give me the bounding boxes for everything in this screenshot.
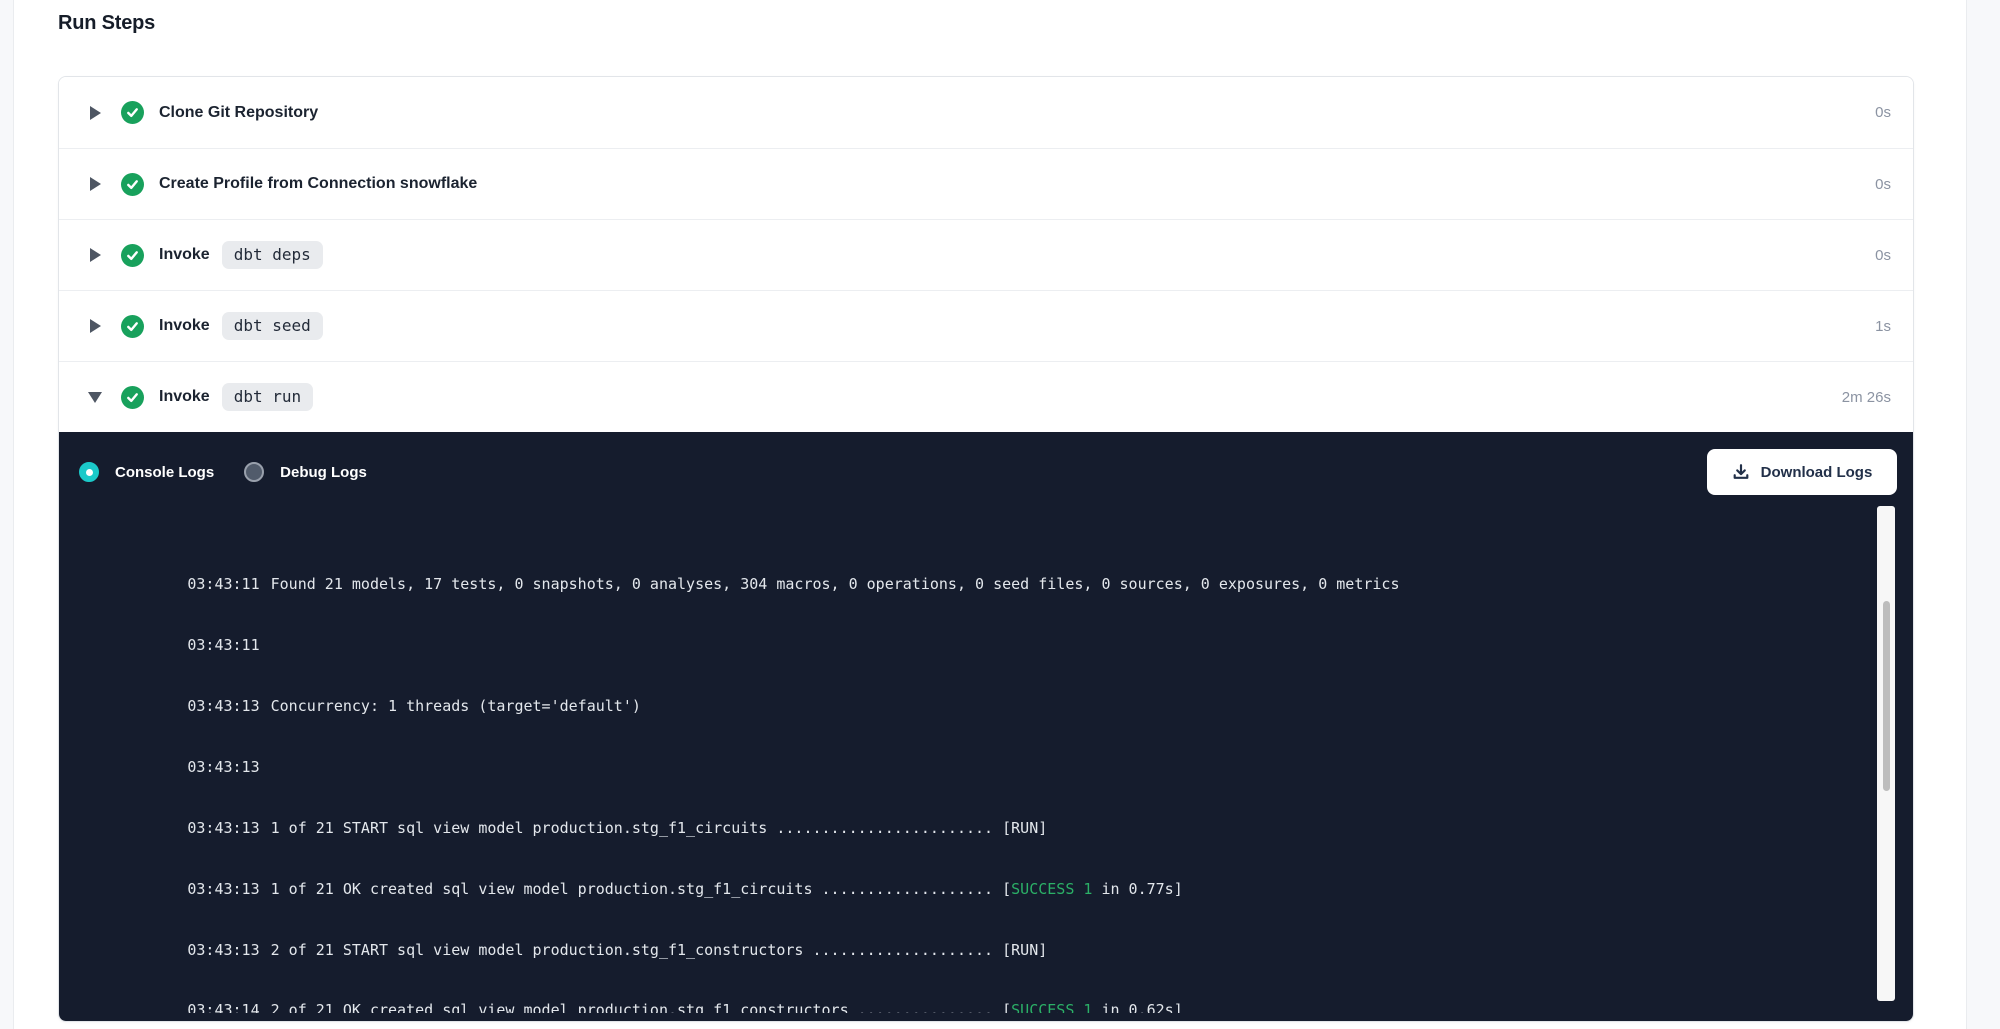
step-title: Clone Git Repository — [159, 104, 318, 122]
step-command-badge: dbt seed — [222, 312, 323, 340]
right-gutter — [1966, 0, 2000, 1029]
log-tab-label: Debug Logs — [280, 464, 367, 481]
step-row[interactable]: Invoke dbt run 2m 26s — [59, 361, 1913, 432]
step-duration: 0s — [1875, 176, 1891, 193]
log-text: 1 of 21 OK created sql view model produc… — [271, 880, 1012, 898]
step-duration: 0s — [1875, 247, 1891, 264]
log-tab[interactable]: Console Logs — [79, 462, 214, 482]
log-line: 03:43:14 2 of 21 OK created sql view mode… — [79, 980, 1913, 1013]
log-panel-header: Console Logs Debug Logs Download Logs — [59, 432, 1913, 504]
log-timestamp: 03:43:13 — [187, 941, 259, 959]
log-viewport[interactable]: 03:43:11 Found 21 models, 17 tests, 0 sna… — [59, 502, 1913, 1013]
log-text: 2 of 21 OK created sql view model produc… — [271, 1001, 1012, 1013]
success-check-icon — [121, 315, 144, 338]
run-steps-card: Clone Git Repository 0s Create Profile f… — [58, 76, 1914, 1022]
step-command-badge: dbt deps — [222, 241, 323, 269]
log-line: 03:43:11 Found 21 models, 17 tests, 0 sna… — [79, 554, 1913, 615]
log-timestamp: 03:43:11 — [187, 636, 259, 654]
step-row[interactable]: Create Profile from Connection snowflake… — [59, 148, 1913, 219]
step-row[interactable]: Invoke dbt seed 1s — [59, 290, 1913, 361]
log-tab-label: Console Logs — [115, 464, 214, 481]
expand-caret-icon[interactable] — [87, 106, 103, 120]
page-title: Run Steps — [58, 12, 155, 35]
radio-icon[interactable] — [79, 462, 99, 482]
expand-caret-icon[interactable] — [87, 319, 103, 333]
success-check-icon — [121, 101, 144, 124]
step-command-badge: dbt run — [222, 383, 313, 411]
expand-caret-icon[interactable] — [87, 248, 103, 262]
log-success-token: SUCCESS 1 — [1011, 880, 1092, 898]
log-timestamp: 03:43:13 — [187, 697, 259, 715]
left-gutter — [0, 0, 14, 1029]
download-logs-button[interactable]: Download Logs — [1707, 449, 1897, 495]
log-timestamp: 03:43:13 — [187, 880, 259, 898]
step-title: Invoke — [159, 246, 210, 264]
step-duration: 2m 26s — [1842, 389, 1891, 406]
log-line: 03:43:13 1 of 21 START sql view model pro… — [79, 797, 1913, 858]
step-title: Invoke — [159, 317, 210, 335]
download-logs-label: Download Logs — [1761, 464, 1873, 481]
log-timestamp: 03:43:14 — [187, 1001, 259, 1013]
log-line: 03:43:13 — [79, 737, 1913, 798]
step-duration: 1s — [1875, 318, 1891, 335]
log-line: 03:43:13 Concurrency: 1 threads (target='… — [79, 676, 1913, 737]
log-text-suffix: in 0.77s] — [1092, 880, 1182, 898]
log-line: 03:43:11 — [79, 615, 1913, 676]
log-text: 1 of 21 START sql view model production.… — [271, 819, 1048, 837]
expand-caret-icon[interactable] — [87, 177, 103, 191]
step-row[interactable]: Invoke dbt deps 0s — [59, 219, 1913, 290]
expand-caret-icon[interactable] — [87, 392, 103, 403]
success-check-icon — [121, 386, 144, 409]
log-line: 03:43:13 2 of 21 START sql view model pro… — [79, 919, 1913, 980]
log-success-token: SUCCESS 1 — [1011, 1001, 1092, 1013]
success-check-icon — [121, 173, 144, 196]
step-title: Invoke — [159, 388, 210, 406]
radio-icon[interactable] — [244, 462, 264, 482]
log-panel: Console Logs Debug Logs Download Logs — [59, 432, 1913, 1021]
step-title: Create Profile from Connection snowflake — [159, 175, 477, 193]
success-check-icon — [121, 244, 144, 267]
log-line: 03:43:13 1 of 21 OK created sql view mode… — [79, 858, 1913, 919]
log-timestamp: 03:43:11 — [187, 575, 259, 593]
log-content: 03:43:11 Found 21 models, 17 tests, 0 sna… — [59, 502, 1913, 1013]
log-tab[interactable]: Debug Logs — [244, 462, 367, 482]
log-scrollbar-thumb[interactable] — [1883, 601, 1890, 791]
log-text: Concurrency: 1 threads (target='default'… — [271, 697, 641, 715]
step-row[interactable]: Clone Git Repository 0s — [59, 77, 1913, 148]
step-duration: 0s — [1875, 104, 1891, 121]
log-text: Found 21 models, 17 tests, 0 snapshots, … — [271, 575, 1400, 593]
log-timestamp: 03:43:13 — [187, 758, 259, 776]
download-icon — [1732, 463, 1750, 481]
log-text: 2 of 21 START sql view model production.… — [271, 941, 1048, 959]
log-scrollbar-track[interactable] — [1877, 506, 1895, 1001]
log-timestamp: 03:43:13 — [187, 819, 259, 837]
log-text-suffix: in 0.62s] — [1092, 1001, 1182, 1013]
